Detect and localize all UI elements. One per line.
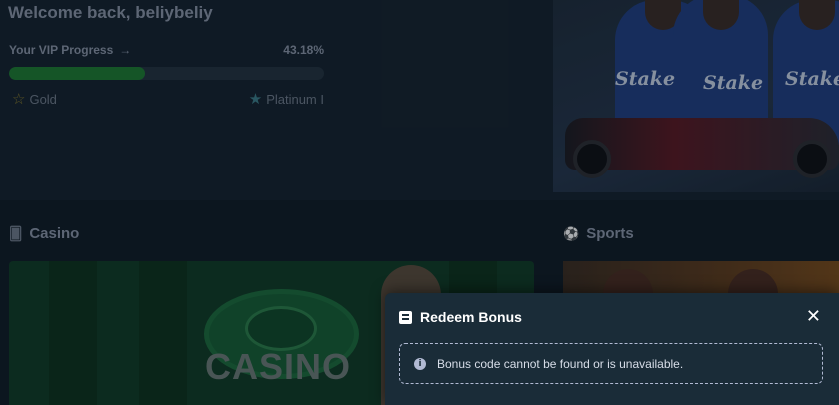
sponsor-logo: Stake: [703, 72, 764, 94]
vip-progress-label: Your VIP Progress: [9, 43, 114, 57]
modal-title: Redeem Bonus: [420, 309, 522, 325]
welcome-heading: Welcome back, beliybeliy: [8, 3, 213, 22]
current-tier: ☆ Gold: [12, 90, 57, 108]
vip-progress-link[interactable]: Your VIP Progress →: [9, 43, 131, 57]
redeem-bonus-modal: Redeem Bonus ✕ i Bonus code cannot be fo…: [385, 293, 839, 405]
star-outline-icon: ☆: [12, 91, 26, 108]
modal-header: Redeem Bonus: [399, 309, 522, 325]
sponsor-logo: Stake: [785, 68, 839, 90]
current-tier-label: Gold: [29, 91, 57, 107]
close-icon[interactable]: ✕: [806, 306, 821, 326]
car-wheel: [793, 140, 831, 178]
info-icon: i: [414, 357, 426, 370]
background-stripe: [139, 261, 187, 405]
car-wheel: [573, 140, 611, 178]
vip-progress-percent: 43.18%: [283, 43, 324, 57]
vip-progress-bar: [9, 67, 324, 80]
vip-progress-header: Your VIP Progress → 43.18%: [9, 43, 324, 57]
error-alert: i Bonus code cannot be found or is unava…: [399, 343, 823, 384]
vip-tier-row: ☆ Gold ★ Platinum I: [12, 90, 324, 108]
casino-section-title[interactable]: 🂠 Casino: [9, 225, 79, 242]
sports-section-title[interactable]: ⚽ Sports: [563, 225, 634, 242]
arrow-right-icon: →: [119, 43, 132, 57]
vip-progress-fill: [9, 67, 146, 80]
cards-icon: 🂠: [9, 225, 23, 241]
casino-banner-text: CASINO: [205, 346, 352, 387]
star-icon: ★: [248, 91, 263, 108]
sponsor-logo: Stake: [615, 68, 676, 90]
ball-icon: ⚽: [563, 225, 580, 241]
next-tier-label: Platinum I: [266, 91, 324, 107]
sports-title-label: Sports: [586, 225, 634, 242]
error-message: Bonus code cannot be found or is unavail…: [437, 356, 684, 371]
next-tier: ★ Platinum I: [249, 90, 324, 108]
background-stripe: [49, 261, 97, 405]
voucher-icon: [399, 310, 412, 324]
promo-banner[interactable]: Stake Stake Stake: [553, 0, 839, 192]
casino-title-label: Casino: [29, 225, 80, 242]
roulette-wheel-center: [245, 306, 317, 351]
